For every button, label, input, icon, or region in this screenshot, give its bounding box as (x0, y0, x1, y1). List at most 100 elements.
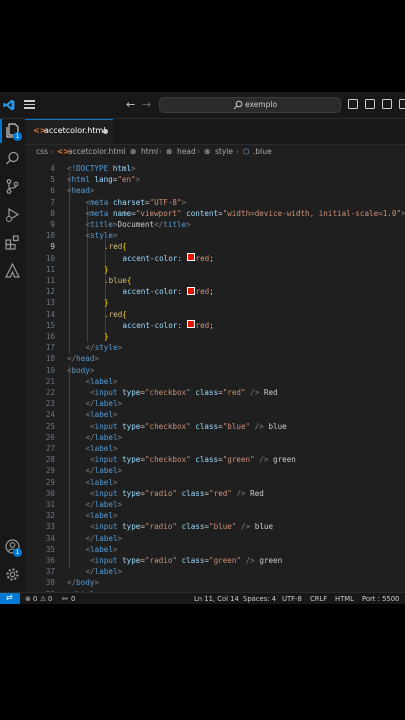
code-line[interactable]: 6 <head> (25, 185, 405, 196)
toggle-primary-sidebar-icon[interactable] (348, 99, 358, 109)
code-line[interactable]: 13} (25, 297, 405, 308)
toggle-secondary-sidebar-icon[interactable] (382, 99, 392, 109)
menu-icon[interactable] (24, 100, 35, 109)
code-line[interactable]: 10 accent-color: red; (25, 253, 405, 264)
line-number: 23 (45, 399, 55, 409)
code-line[interactable]: 24 <label> (25, 409, 405, 420)
error-count[interactable]: 0 (33, 595, 37, 603)
command-center-search[interactable]: exemplo (159, 97, 341, 113)
code-line[interactable]: 38 </body> (25, 577, 405, 588)
tab-filename: accetcolor.html (44, 126, 106, 135)
source-control-icon[interactable] (4, 178, 21, 195)
line-number: 30 (45, 488, 55, 498)
code-line[interactable]: 31 </label> (25, 499, 405, 510)
code-line[interactable]: 19 <body> (25, 365, 405, 376)
code-line[interactable]: 21 <label> (25, 376, 405, 387)
ports-count[interactable]: 0 (71, 595, 75, 603)
chevron-right-icon: › (123, 147, 126, 156)
code-line[interactable]: 30 <input type="radio" class="red" /> Re… (25, 488, 405, 499)
code-line[interactable]: 9 <title>Document</title> (25, 219, 405, 230)
accounts-badge: 1 (13, 548, 22, 557)
cursor-position[interactable]: Ln 11, Col 14 (194, 595, 239, 603)
code-text: accent-color: red; (122, 286, 214, 297)
code-line[interactable]: 11} (25, 264, 405, 275)
code-line[interactable]: 29 <label> (25, 477, 405, 488)
code-line[interactable]: 11 .blue{ (25, 275, 405, 286)
manage-gear-icon[interactable] (4, 566, 21, 583)
breadcrumb-style[interactable]: style (215, 147, 233, 156)
run-debug-icon[interactable] (4, 206, 21, 223)
code-line[interactable]: 18 </head> (25, 353, 405, 364)
search-view-icon[interactable] (4, 150, 21, 167)
warning-count[interactable]: 0 (48, 595, 52, 603)
code-text: <label> (85, 511, 118, 521)
remote-indicator[interactable]: ⇄ (0, 593, 20, 604)
code-line[interactable]: 27 <label> (25, 443, 405, 454)
breadcrumb-file[interactable]: accetcolor.html (68, 147, 126, 156)
warning-icon[interactable]: ⚠ (40, 595, 46, 603)
breadcrumb-folder[interactable]: css (36, 147, 48, 156)
toggle-panel-icon[interactable] (365, 99, 375, 109)
ports-icon[interactable]: ⚯ (62, 595, 68, 603)
vscode-logo-icon[interactable] (3, 99, 15, 111)
color-swatch[interactable] (186, 286, 195, 295)
line-number: 8 (50, 208, 55, 218)
color-swatch[interactable] (186, 253, 195, 262)
tab-accetcolor-html[interactable]: <> accetcolor.html (25, 119, 113, 144)
element-icon: ⊛ (166, 147, 173, 156)
code-line[interactable]: 10 <style> (25, 230, 405, 241)
code-text: </label> (85, 567, 123, 577)
code-line[interactable]: 26 </label> (25, 432, 405, 443)
code-line[interactable]: 35 <label> (25, 544, 405, 555)
language-mode[interactable]: HTML (335, 595, 354, 603)
back-arrow-icon[interactable]: ← (126, 98, 135, 111)
code-line[interactable]: 34 </label> (25, 533, 405, 544)
code-line[interactable]: 12 accent-color: red; (25, 286, 405, 297)
code-line[interactable]: 37 </label> (25, 566, 405, 577)
customize-layout-icon[interactable] (399, 99, 405, 109)
color-swatch[interactable] (186, 320, 195, 329)
code-line[interactable]: 33 <input type="radio" class="blue" /> b… (25, 521, 405, 532)
end-of-line[interactable]: CRLF (310, 595, 327, 603)
unsaved-dot-icon[interactable] (103, 129, 108, 134)
breadcrumb-html[interactable]: html (141, 147, 158, 156)
line-number: 29 (45, 466, 55, 476)
code-line[interactable]: 28 <input type="checkbox" class="green" … (25, 454, 405, 465)
forward-arrow-icon[interactable]: → (142, 98, 151, 111)
indentation[interactable]: Spaces: 4 (243, 595, 276, 603)
breadcrumb-head[interactable]: head (177, 147, 196, 156)
code-editor[interactable]: 4 <!DOCTYPE html> 5 <html lang="en"> 6 <head>… (25, 161, 405, 592)
search-text: exemplo (245, 100, 278, 109)
live-server-port[interactable]: Port : 5500 (362, 595, 399, 603)
code-line[interactable]: 29 </label> (25, 465, 405, 476)
status-bar: ⇄ ⊗ 0 ⚠ 0 ⚯ 0 Ln 11, Col 14 Spaces: 4 UT… (0, 592, 405, 604)
code-line[interactable]: 22 <input type="checkbox" class="red" />… (25, 387, 405, 398)
breadcrumb-selector[interactable]: .blue (253, 147, 272, 156)
line-number: 14 (45, 309, 55, 319)
remote-icon: ⇄ (6, 593, 13, 602)
code-line[interactable]: 8 <meta name="viewport" content="width=de… (25, 208, 405, 219)
code-line[interactable]: 16} (25, 331, 405, 342)
code-line[interactable]: 4 <!DOCTYPE html> (25, 163, 405, 174)
code-line[interactable]: 25 <input type="checkbox" class="blue" /… (25, 421, 405, 432)
explorer-badge: 1 (13, 132, 22, 141)
code-text: <label> (85, 477, 118, 487)
code-line[interactable]: 15 accent-color: red; (25, 320, 405, 331)
code-line[interactable]: 9 .red{ (25, 241, 405, 252)
code-text: </style> (85, 343, 123, 353)
code-line[interactable]: 14 .red{ (25, 309, 405, 320)
line-number: 19 (45, 365, 55, 375)
code-line[interactable]: 17 </style> (25, 342, 405, 353)
code-text: </label> (85, 533, 123, 543)
code-line[interactable]: 23 </label> (25, 398, 405, 409)
code-line[interactable]: 7 <meta charset="UTF-8"> (25, 197, 405, 208)
extensions-icon[interactable] (4, 234, 21, 251)
code-line[interactable]: 32 <label> (25, 510, 405, 521)
code-text: <label> (85, 544, 118, 554)
code-line[interactable]: 5 <html lang="en"> (25, 174, 405, 185)
code-text: .blue{ (104, 276, 132, 285)
azure-icon[interactable] (4, 262, 21, 279)
error-icon[interactable]: ⊗ (25, 595, 31, 603)
encoding[interactable]: UTF-8 (282, 595, 302, 603)
code-line[interactable]: 36 <input type="radio" class="green" /> … (25, 555, 405, 566)
